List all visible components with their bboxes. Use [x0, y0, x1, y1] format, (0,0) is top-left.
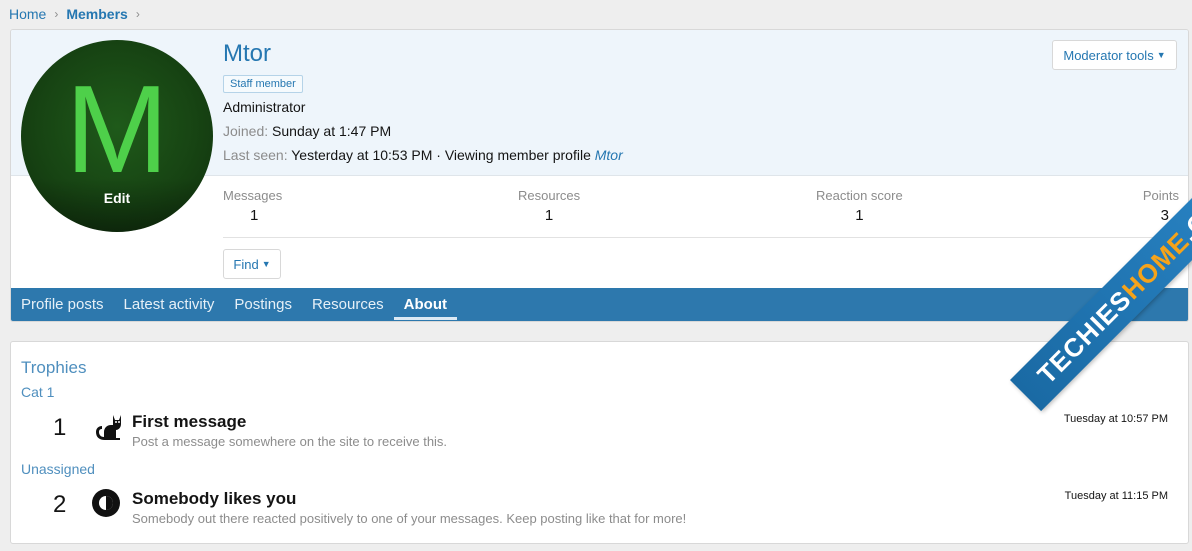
joined-info: Joined: Sunday at 1:47 PM [223, 123, 391, 139]
stat-value: 1 [250, 207, 259, 224]
avatar[interactable]: M Edit [21, 40, 213, 232]
contrast-circle-icon [91, 488, 123, 520]
trophy-name: First message [132, 412, 247, 431]
breadcrumb: Home › Members › [9, 6, 148, 22]
caret-down-icon: ▼ [261, 259, 271, 269]
find-button[interactable]: Find ▼ [223, 249, 281, 279]
trophy-points: 2 [53, 491, 67, 518]
trophies-panel: Trophies Cat 1 1 First message Post a me… [10, 341, 1189, 544]
tab-latest-activity[interactable]: Latest activity [114, 288, 225, 321]
breadcrumb-separator: › [54, 7, 59, 21]
username[interactable]: Mtor [223, 40, 271, 68]
trophy-category-title: Unassigned [21, 461, 95, 477]
trophy-description: Post a message somewhere on the site to … [132, 434, 448, 449]
moderator-tools-label: Moderator tools [1063, 47, 1154, 63]
staff-badge: Staff member [223, 75, 303, 93]
stat-value: 1 [544, 207, 554, 224]
trophies-heading: Trophies [21, 358, 87, 377]
caret-down-icon: ▼ [1156, 50, 1166, 60]
tab-about[interactable]: About [393, 288, 458, 321]
divider [223, 237, 1179, 238]
stat-reaction-score[interactable]: Reaction score 1 [816, 188, 903, 224]
member-stats: Messages 1 Resources 1 Reaction score 1 … [223, 188, 1179, 238]
stat-label: Reaction score [816, 188, 903, 203]
trophy-category-title: Cat 1 [21, 384, 55, 400]
trophy-points: 1 [53, 414, 67, 441]
trophy-description: Somebody out there reacted positively to… [132, 511, 687, 526]
user-title: Administrator [223, 99, 306, 115]
tab-profile-posts[interactable]: Profile posts [11, 288, 114, 321]
find-label: Find [233, 256, 259, 272]
last-seen-link[interactable]: Mtor [595, 147, 623, 163]
stat-label: Messages [223, 188, 283, 203]
avatar-letter: M [65, 61, 169, 199]
stat-value: 1 [855, 207, 864, 224]
breadcrumb-members-link[interactable]: Members [66, 6, 127, 22]
joined-label: Joined: [223, 123, 269, 139]
stat-label: Resources [518, 188, 581, 203]
profile-tabs: Profile posts Latest activity Postings R… [11, 288, 1188, 321]
member-profile-card: M Edit Mtor Staff member Administrator J… [10, 29, 1189, 322]
trophy-name: Somebody likes you [132, 489, 297, 508]
stat-label: Points [1142, 188, 1179, 203]
breadcrumb-home-link[interactable]: Home [9, 6, 46, 22]
moderator-tools-button[interactable]: Moderator tools ▼ [1052, 40, 1177, 70]
last-seen-value: Yesterday at 10:53 PM · Viewing member p… [291, 147, 591, 163]
breadcrumb-separator: › [135, 7, 140, 21]
joined-value: Sunday at 1:47 PM [272, 123, 392, 139]
tab-postings[interactable]: Postings [224, 288, 302, 321]
last-seen-info: Last seen: Yesterday at 10:53 PM · Viewi… [223, 147, 623, 163]
last-seen-label: Last seen: [223, 147, 288, 163]
trophy-time: Tuesday at 10:57 PM [1063, 413, 1168, 425]
stat-resources[interactable]: Resources 1 [518, 188, 580, 224]
trophy-time: Tuesday at 11:15 PM [1064, 490, 1168, 502]
tab-resources[interactable]: Resources [302, 288, 394, 321]
cat-icon [93, 410, 125, 442]
stat-messages[interactable]: Messages 1 [223, 188, 282, 224]
avatar-edit-button[interactable]: Edit [21, 178, 213, 232]
